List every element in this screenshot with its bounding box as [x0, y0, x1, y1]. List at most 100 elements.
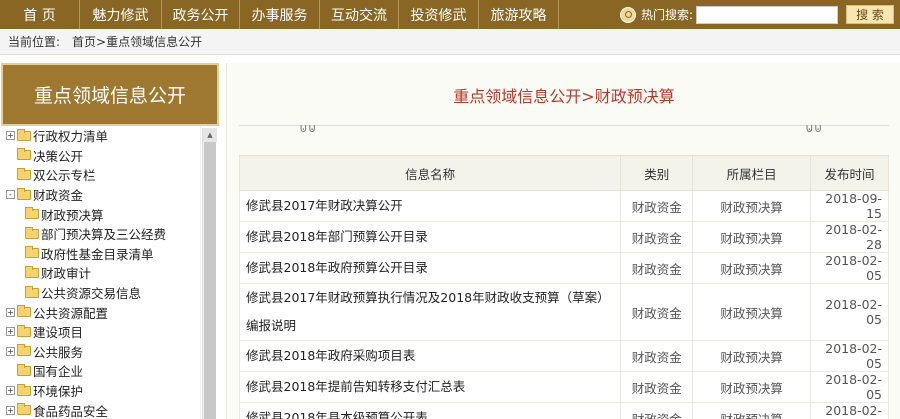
sidebar-item-label: 公共资源配置 — [33, 305, 109, 321]
sidebar-item[interactable]: 部门预决算及三公经费 — [1, 224, 200, 244]
page-title: 重点领域信息公开>财政预决算 — [453, 87, 675, 106]
binder-ring-icon: ⊍⊍ — [805, 121, 823, 135]
folder-icon — [17, 383, 31, 396]
expand-icon[interactable]: + — [6, 327, 15, 337]
row-section: 财政预决算 — [692, 340, 812, 372]
table-row[interactable]: 修武县2018年部门预算公开目录 财政资金 财政预决算 2018-02-28 — [238, 221, 889, 253]
row-name-link[interactable]: 修武县2017年财政决算公开 — [238, 190, 622, 222]
sidebar-item[interactable]: 双公示专栏 — [1, 165, 200, 185]
folder-icon — [25, 265, 39, 278]
table-row[interactable]: 修武县2018年政府预算公开目录 财政资金 财政预决算 2018-02-05 — [238, 252, 889, 284]
sidebar-item[interactable]: 政府性基金目录清单 — [1, 244, 200, 264]
breadcrumb-label: 当前位置: — [8, 35, 61, 49]
sidebar-item[interactable]: 公共资源交易信息 — [1, 283, 200, 303]
row-category: 财政资金 — [620, 283, 694, 341]
scroll-thumb[interactable] — [204, 142, 216, 419]
row-section: 财政预决算 — [692, 371, 812, 403]
row-name-link[interactable]: 修武县2018年部门预算公开目录 — [238, 221, 622, 253]
search-area: 热门搜索: 搜 索 — [619, 0, 900, 29]
row-name-link[interactable]: 修武县2018年提前告知转移支付汇总表 — [238, 371, 622, 403]
row-category: 财政资金 — [620, 190, 694, 222]
table-row[interactable]: 修武县2018年提前告知转移支付汇总表 财政资金 财政预决算 2018-02-05 — [238, 371, 889, 403]
folder-icon — [17, 167, 31, 180]
breadcrumb-path[interactable]: 首页>重点领域信息公开 — [72, 33, 202, 50]
sidebar-item[interactable]: 财政审计 — [1, 263, 200, 283]
row-category: 财政资金 — [620, 371, 694, 403]
table-header-row: 信息名称 类别 所属栏目 发布时间 — [238, 155, 889, 191]
row-name-link[interactable]: 修武县2017年财政预算执行情况及2018年财政收支预算（草案）编报说明 — [238, 283, 622, 341]
sidebar-item-label: 公共服务 — [33, 344, 84, 360]
expand-icon[interactable]: + — [6, 307, 15, 317]
sidebar-item[interactable]: + 公共资源配置 — [1, 302, 200, 322]
row-name-link[interactable]: 修武县2018年县本级预算公开表 — [238, 402, 622, 419]
folder-icon — [25, 226, 39, 239]
nav-interaction[interactable]: 互动交流 — [320, 0, 399, 29]
row-category: 财政资金 — [620, 340, 694, 372]
search-input[interactable] — [696, 5, 838, 24]
title-divider — [239, 125, 889, 126]
sidebar-scrollbar[interactable]: ▲ — [202, 128, 217, 419]
row-section: 财政预决算 — [692, 283, 812, 341]
nav-home[interactable]: 首 页 — [0, 0, 80, 29]
sidebar-item[interactable]: + 食品药品安全 — [1, 400, 200, 419]
row-date: 2018-02-28 — [810, 221, 889, 253]
row-section: 财政预决算 — [692, 252, 812, 284]
row-section: 财政预决算 — [692, 190, 812, 222]
table-row[interactable]: 修武县2017年财政预算执行情况及2018年财政收支预算（草案）编报说明 财政资金… — [238, 283, 889, 341]
sidebar-item-label: 政府性基金目录清单 — [41, 246, 154, 262]
search-label: 热门搜索: — [640, 8, 693, 22]
folder-icon — [17, 187, 31, 200]
folder-icon — [17, 305, 31, 318]
row-date: 2018-02-05 — [810, 252, 889, 284]
search-button[interactable]: 搜 索 — [846, 5, 894, 24]
row-section: 财政预决算 — [692, 402, 812, 419]
nav-tourism[interactable]: 旅游攻略 — [479, 0, 559, 29]
row-name-link[interactable]: 修武县2018年政府采购项目表 — [238, 340, 622, 372]
expand-icon[interactable]: + — [6, 346, 15, 356]
folder-icon — [17, 344, 31, 357]
sidebar-item-label: 环境保护 — [33, 384, 84, 400]
table-row[interactable]: 修武县2018年政府采购项目表 财政资金 财政预决算 2018-02-05 — [238, 340, 889, 372]
row-date: 2018-02-05 — [810, 340, 889, 372]
row-category: 财政资金 — [620, 221, 694, 253]
table-row[interactable]: 修武县2017年财政决算公开 财政资金 财政预决算 2018-09-15 — [238, 190, 889, 222]
collapse-icon[interactable]: - — [6, 190, 15, 200]
sidebar-item-label: 行政权力清单 — [33, 129, 109, 145]
expand-icon[interactable]: + — [6, 386, 15, 396]
sidebar-item[interactable]: 国有企业 — [1, 361, 200, 381]
sidebar-tree: + 行政权力清单 决策公开双公示专栏 - 财政资金 财政预决算 部门预决算及三公经费政府性基… — [1, 126, 201, 419]
sidebar-item-label: 食品药品安全 — [33, 403, 109, 419]
row-section: 财政预决算 — [692, 221, 812, 253]
sidebar-item-label: 建设项目 — [33, 325, 84, 341]
column-header-category: 类别 — [620, 155, 694, 191]
sidebar-item-label: 决策公开 — [33, 148, 84, 164]
sidebar-item[interactable]: 决策公开 — [1, 146, 200, 166]
folder-icon — [17, 363, 31, 376]
sidebar-item-label: 公共资源交易信息 — [41, 286, 142, 302]
row-date: 2018-02-05 — [810, 371, 889, 403]
sidebar-item[interactable]: + 环境保护 — [1, 381, 200, 401]
expand-icon[interactable]: + — [6, 405, 15, 415]
row-name-link[interactable]: 修武县2018年政府预算公开目录 — [238, 252, 622, 284]
nav-services[interactable]: 办事服务 — [240, 0, 320, 29]
sidebar-title: 重点领域信息公开 — [33, 85, 186, 107]
binder-ring-icon: ⊍⊍ — [299, 121, 317, 135]
sidebar-item[interactable]: + 公共服务 — [1, 342, 200, 362]
column-header-date: 发布时间 — [810, 155, 889, 191]
sidebar-item-label: 双公示专栏 — [33, 168, 96, 184]
folder-icon — [17, 324, 31, 337]
nav-charm[interactable]: 魅力修武 — [80, 0, 162, 29]
sidebar-item[interactable]: - 财政资金 — [1, 185, 200, 205]
sidebar-item[interactable]: + 建设项目 — [1, 322, 200, 342]
scroll-up-arrow-icon[interactable]: ▲ — [203, 128, 217, 142]
sidebar-item[interactable]: + 行政权力清单 — [1, 126, 200, 146]
folder-icon — [17, 148, 31, 161]
nav-investment[interactable]: 投资修武 — [399, 0, 479, 29]
table-row[interactable]: 修武县2018年县本级预算公开表财政资金财政预决算2018-02-05 — [238, 402, 889, 419]
sidebar-item[interactable]: 财政预决算 — [1, 204, 200, 224]
folder-icon — [25, 285, 39, 298]
expand-icon[interactable]: + — [6, 131, 15, 141]
column-header-name: 信息名称 — [238, 155, 622, 191]
nav-gov-affairs[interactable]: 政务公开 — [162, 0, 240, 29]
main-content: 重点领域信息公开>财政预决算 ⊍⊍ ⊍⊍ 信息名称 类别 所属栏目 发布时间 修… — [226, 63, 900, 419]
